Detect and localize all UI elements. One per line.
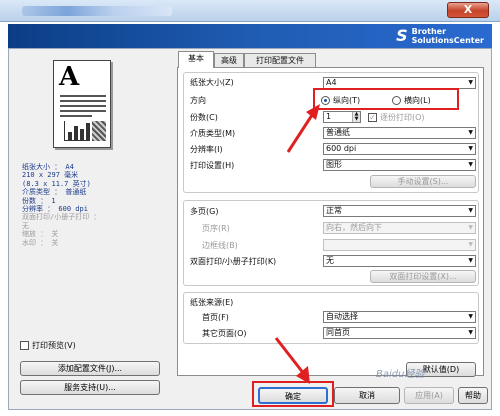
collate-checkbox[interactable]: 逐份打印(O) <box>368 112 425 123</box>
print-preview-checkbox[interactable]: 打印预览(V) <box>20 340 76 351</box>
copies-value: 1 <box>326 112 332 121</box>
preview-image-icon <box>92 121 106 141</box>
border-label: 边框线(B) <box>202 241 238 250</box>
summary-media: 介质类型 ： 普通纸 <box>22 188 87 197</box>
multipage-label: 多页(G) <box>190 207 219 216</box>
first-page-label: 首页(F) <box>202 313 229 322</box>
cancel-button[interactable]: 取消 <box>334 387 400 404</box>
paper-size-label: 纸张大小(Z) <box>190 78 234 87</box>
print-preview-label: 打印预览(V) <box>32 341 76 350</box>
help-button[interactable]: 帮助 <box>458 387 488 404</box>
window-titlebar: X <box>0 0 500 22</box>
media-type-select[interactable]: 普通纸 <box>323 127 476 139</box>
preview-letter-icon: A <box>59 62 80 92</box>
brother-banner: S Brother SolutionsCenter <box>8 24 492 48</box>
summary-dims-mm: 210 x 297 毫米 <box>22 171 79 180</box>
duplex-settings-button[interactable]: 双面打印设置(X)... <box>370 270 476 283</box>
print-settings-label: 打印设置(H) <box>190 161 235 170</box>
duplex-select[interactable]: 无 <box>323 255 476 267</box>
media-type-label: 介质类型(M) <box>190 129 236 138</box>
other-pages-label: 其它页面(O) <box>202 329 247 338</box>
paper-source-label: 纸张来源(E) <box>190 298 234 307</box>
page-order-select[interactable]: 向右，然后向下 <box>323 222 476 234</box>
first-page-select[interactable]: 自动选择 <box>323 311 476 323</box>
tab-print-profile[interactable]: 打印配置文件 <box>244 53 316 67</box>
preview-chart-icon <box>64 121 90 141</box>
brand-line-1: Brother <box>411 26 447 36</box>
multipage-select[interactable]: 正常 <box>323 205 476 217</box>
brother-logo-icon: S <box>396 26 408 45</box>
brand-line-2: SolutionsCenter <box>411 35 484 45</box>
copies-label: 份数(C) <box>190 113 218 122</box>
close-button[interactable]: X <box>447 2 489 18</box>
arrow-to-orientation-icon <box>286 104 320 153</box>
settings-summary: 纸张大小 ： A4 210 x 297 毫米 (8.3 x 11.7 英寸) 介… <box>22 163 100 247</box>
orientation-label: 方向 <box>190 96 206 105</box>
tab-basic[interactable]: 基本 <box>178 51 214 68</box>
orientation-highlight-box <box>313 88 459 110</box>
summary-scaling: 缩放 ： 关 <box>22 230 59 239</box>
resolution-label: 分辨率(I) <box>190 145 223 154</box>
copies-stepper[interactable]: 1 ▲ ▼ <box>323 111 361 123</box>
print-settings-select[interactable]: 图形 <box>323 159 476 171</box>
collate-label: 逐份打印(O) <box>380 113 425 122</box>
summary-copies: 份数 ： 1 <box>22 196 56 205</box>
blurred-window-title <box>22 6 172 16</box>
support-button[interactable]: 服务支持(U)... <box>20 380 160 395</box>
arrow-to-ok-icon <box>274 337 310 384</box>
summary-duplex: 双面打印/小册子打印 ： <box>22 213 101 222</box>
summary-watermark: 水印 ： 关 <box>22 238 59 247</box>
border-select[interactable] <box>323 239 476 251</box>
manual-settings-button[interactable]: 手动设置(S)... <box>370 175 476 188</box>
other-pages-select[interactable]: 同首页 <box>323 327 476 339</box>
baidu-watermark: Baidu经验 <box>376 369 425 380</box>
print-preview-check-icon[interactable] <box>20 341 29 350</box>
page-order-label: 页序(R) <box>202 224 230 233</box>
duplex-label: 双面打印/小册子打印(K) <box>190 257 277 266</box>
resolution-select[interactable]: 600 dpi <box>323 143 476 155</box>
preview-text-lines <box>60 95 106 120</box>
copies-spin-icon[interactable]: ▲ ▼ <box>352 112 360 122</box>
page-preview: A <box>53 60 111 148</box>
brother-logo[interactable]: S Brother SolutionsCenter <box>396 26 484 45</box>
apply-button[interactable]: 应用(A) <box>404 387 454 404</box>
summary-dims-in: (8.3 x 11.7 英寸) <box>22 179 91 188</box>
add-profile-button[interactable]: 添加配置文件(J)... <box>20 361 160 376</box>
collate-check-icon[interactable] <box>368 113 377 122</box>
tab-advanced[interactable]: 高级 <box>214 53 244 67</box>
summary-duplex-value: 无 <box>22 221 29 230</box>
